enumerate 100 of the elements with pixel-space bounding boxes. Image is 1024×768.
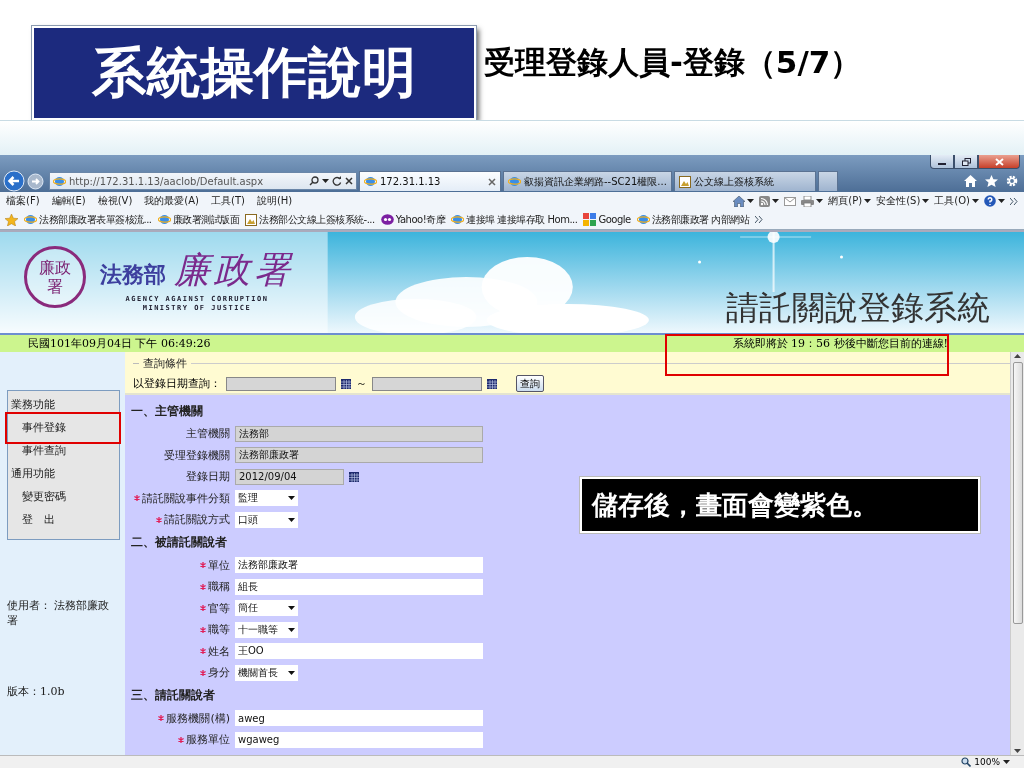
menu-item[interactable]: 說明(H) bbox=[256, 194, 293, 208]
dropdown[interactable]: 簡任 bbox=[235, 600, 298, 617]
caret-icon bbox=[922, 199, 930, 203]
new-tab-button[interactable] bbox=[817, 171, 838, 191]
seal-emblem: 廉政署 bbox=[24, 246, 86, 308]
page-icon bbox=[508, 175, 521, 188]
page-icon bbox=[364, 175, 377, 188]
input-field[interactable]: 法務部廉政署 bbox=[235, 447, 483, 464]
calendar-icon[interactable] bbox=[487, 378, 497, 389]
caret-icon bbox=[772, 199, 780, 203]
restore-button[interactable] bbox=[954, 155, 978, 169]
settings-icon[interactable] bbox=[1006, 175, 1018, 187]
menu-item[interactable]: 我的最愛(A) bbox=[144, 194, 199, 208]
ministry-name: 法務部 bbox=[100, 260, 166, 289]
close-icon bbox=[994, 157, 1004, 166]
menu-item[interactable]: 檢視(V) bbox=[97, 194, 133, 208]
favorite-link[interactable]: 法務部廉政署表單簽核流... bbox=[24, 212, 152, 227]
favorite-link[interactable]: 法務部廉政署 內部網站 bbox=[636, 212, 750, 227]
page-icon bbox=[451, 213, 465, 226]
zoom-level[interactable]: 100% bbox=[974, 757, 1000, 767]
dropdown[interactable]: 十一職等 bbox=[235, 621, 298, 638]
caret-icon bbox=[1003, 760, 1010, 764]
input-field[interactable]: 法務部廉政署 bbox=[235, 557, 483, 574]
calendar-icon[interactable] bbox=[341, 378, 351, 389]
mail-icon[interactable] bbox=[784, 196, 797, 206]
help-icon[interactable] bbox=[984, 195, 996, 207]
input-field[interactable]: wgaweg bbox=[235, 731, 483, 748]
star-icon[interactable] bbox=[985, 175, 998, 187]
field-label: 官等 bbox=[208, 600, 230, 616]
forward-button[interactable] bbox=[27, 172, 44, 190]
sidebar-item[interactable]: 登 出 bbox=[8, 508, 119, 531]
menu-item[interactable]: 編輯(E) bbox=[51, 194, 86, 208]
version-text: 版本：1.0b bbox=[6, 684, 66, 699]
chevron-icon[interactable] bbox=[1010, 197, 1018, 205]
browser-tab[interactable]: 172.31.1.13 bbox=[359, 171, 501, 191]
session-notice: 系統即將於 19：56 秒後中斷您目前的連線! bbox=[732, 336, 948, 351]
home-icon[interactable] bbox=[964, 175, 977, 187]
print-icon[interactable] bbox=[801, 195, 815, 207]
image-icon bbox=[245, 213, 258, 226]
zoom-icon[interactable] bbox=[961, 757, 972, 767]
field-label: 職等 bbox=[208, 622, 230, 638]
favorite-link[interactable]: 法務部公文線上簽核系統-... bbox=[245, 212, 375, 227]
favorite-link[interactable]: 連接埠 連接埠存取 Hom... bbox=[451, 212, 578, 227]
back-button[interactable] bbox=[3, 170, 25, 192]
page-icon bbox=[636, 213, 650, 226]
feed-icon[interactable] bbox=[759, 195, 771, 207]
home-icon[interactable] bbox=[733, 195, 746, 207]
favorite-link[interactable]: 廉政署測試版面 bbox=[157, 212, 240, 227]
input-field[interactable]: 王OO bbox=[235, 643, 483, 660]
date-field[interactable] bbox=[226, 376, 336, 391]
date-field[interactable] bbox=[372, 376, 482, 391]
menu-heading: 通用功能 bbox=[10, 466, 56, 482]
search-icon[interactable] bbox=[309, 176, 319, 186]
favorite-link[interactable]: Google bbox=[583, 213, 631, 226]
scrollbar-thumb[interactable] bbox=[1012, 362, 1023, 624]
address-bar[interactable]: http://172.31.1.13/aaclob/Default.aspx bbox=[49, 172, 357, 190]
agency-name: 廉政署 bbox=[174, 248, 294, 292]
scroll-up-icon[interactable] bbox=[1014, 354, 1021, 358]
sidebar-item[interactable]: 變更密碼 bbox=[8, 485, 119, 508]
section-heading: 三、請託關說者 bbox=[131, 687, 216, 704]
dropdown[interactable]: 口頭 bbox=[235, 511, 298, 528]
minimize-button[interactable] bbox=[930, 155, 954, 169]
input-field[interactable]: 組長 bbox=[235, 578, 483, 595]
input-field[interactable]: aweg bbox=[235, 710, 483, 727]
query-button[interactable]: 查詢 bbox=[516, 375, 544, 392]
caret-icon bbox=[288, 496, 295, 501]
dropdown[interactable]: 機關首長 bbox=[235, 664, 298, 681]
field-label: 身分 bbox=[208, 665, 230, 681]
close-button[interactable] bbox=[978, 155, 1020, 169]
image-icon bbox=[678, 175, 691, 188]
restore-icon bbox=[961, 157, 971, 166]
callout-note: 儲存後，畫面會變紫色。 bbox=[580, 477, 980, 533]
field-label: 單位 bbox=[208, 557, 230, 573]
menu-item[interactable]: 工具(T) bbox=[211, 194, 245, 208]
refresh-icon[interactable] bbox=[332, 176, 342, 186]
menu-item[interactable]: 檔案(F) bbox=[6, 194, 40, 208]
slide-title: 系統操作說明 bbox=[32, 26, 476, 120]
date-field[interactable]: 2012/09/04 bbox=[235, 468, 344, 485]
favorite-link[interactable]: Yahoo!奇摩 bbox=[380, 212, 446, 227]
page-icon bbox=[157, 213, 171, 226]
close-icon[interactable] bbox=[345, 177, 353, 185]
caret-icon bbox=[288, 627, 295, 632]
field-label: 受理登錄機關 bbox=[164, 447, 230, 463]
command-menu[interactable]: 網頁(P) bbox=[828, 194, 872, 208]
scroll-down-icon[interactable] bbox=[1014, 749, 1021, 753]
browser-tab[interactable]: 公文線上簽核系統 bbox=[673, 171, 816, 191]
scrollbar[interactable] bbox=[1010, 352, 1024, 755]
caret-icon bbox=[747, 199, 755, 203]
command-menu[interactable]: 工具(O) bbox=[934, 194, 979, 208]
sidebar-item[interactable]: 事件登錄 bbox=[8, 416, 119, 439]
date-time: 民國101年09月04日 下午 06:49:26 bbox=[28, 336, 211, 351]
sidebar-item[interactable]: 事件查詢 bbox=[8, 439, 119, 462]
url-text: http://172.31.1.13/aaclob/Default.aspx bbox=[69, 175, 265, 187]
browser-tab[interactable]: 叡揚資訊企業網路--SC21權限... bbox=[503, 171, 672, 191]
command-menu[interactable]: 安全性(S) bbox=[876, 194, 930, 208]
chevron-icon[interactable] bbox=[755, 216, 764, 223]
input-field[interactable]: 法務部 bbox=[235, 425, 483, 442]
dropdown[interactable]: 監理 bbox=[235, 490, 298, 507]
close-icon[interactable] bbox=[488, 177, 496, 186]
calendar-icon[interactable] bbox=[349, 471, 359, 482]
